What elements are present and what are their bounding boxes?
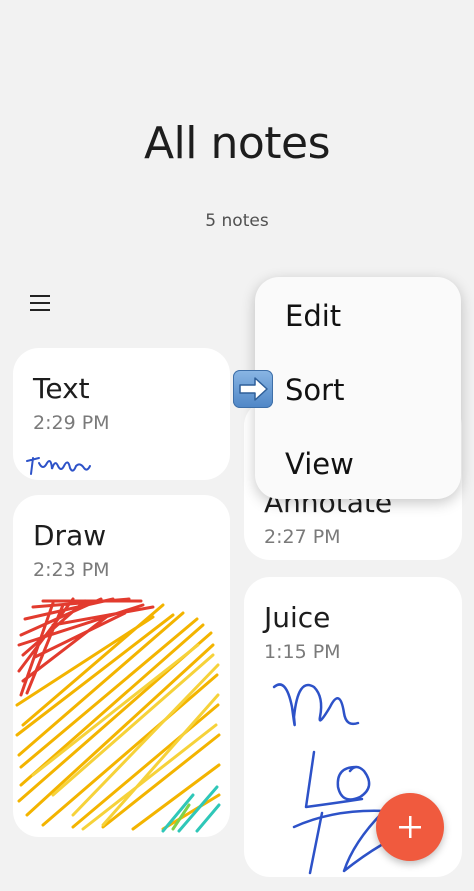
add-note-button[interactable] [376, 793, 444, 861]
overflow-menu: Edit Sort View [255, 277, 461, 499]
notes-screen: All notes 5 notes Text 2:29 PM Annotate … [0, 0, 474, 891]
right-arrow-emoji-icon [233, 370, 273, 408]
note-card-text[interactable]: Text 2:29 PM [13, 348, 230, 480]
note-count: 5 notes [205, 211, 269, 231]
hamburger-menu-glyph [30, 295, 50, 311]
plus-icon [399, 816, 421, 838]
handwriting-preview [26, 457, 91, 475]
menu-item-sort[interactable]: Sort [285, 373, 344, 407]
page-title: All notes [143, 118, 331, 169]
arrow-glyph [239, 377, 268, 401]
note-card-draw[interactable]: Draw 2:23 PM [13, 495, 230, 837]
menu-item-edit[interactable]: Edit [285, 299, 341, 333]
note-time: 2:27 PM [264, 526, 341, 548]
drawing-preview [15, 597, 221, 833]
hamburger-menu-icon[interactable] [28, 291, 52, 315]
menu-item-view[interactable]: View [285, 447, 354, 481]
